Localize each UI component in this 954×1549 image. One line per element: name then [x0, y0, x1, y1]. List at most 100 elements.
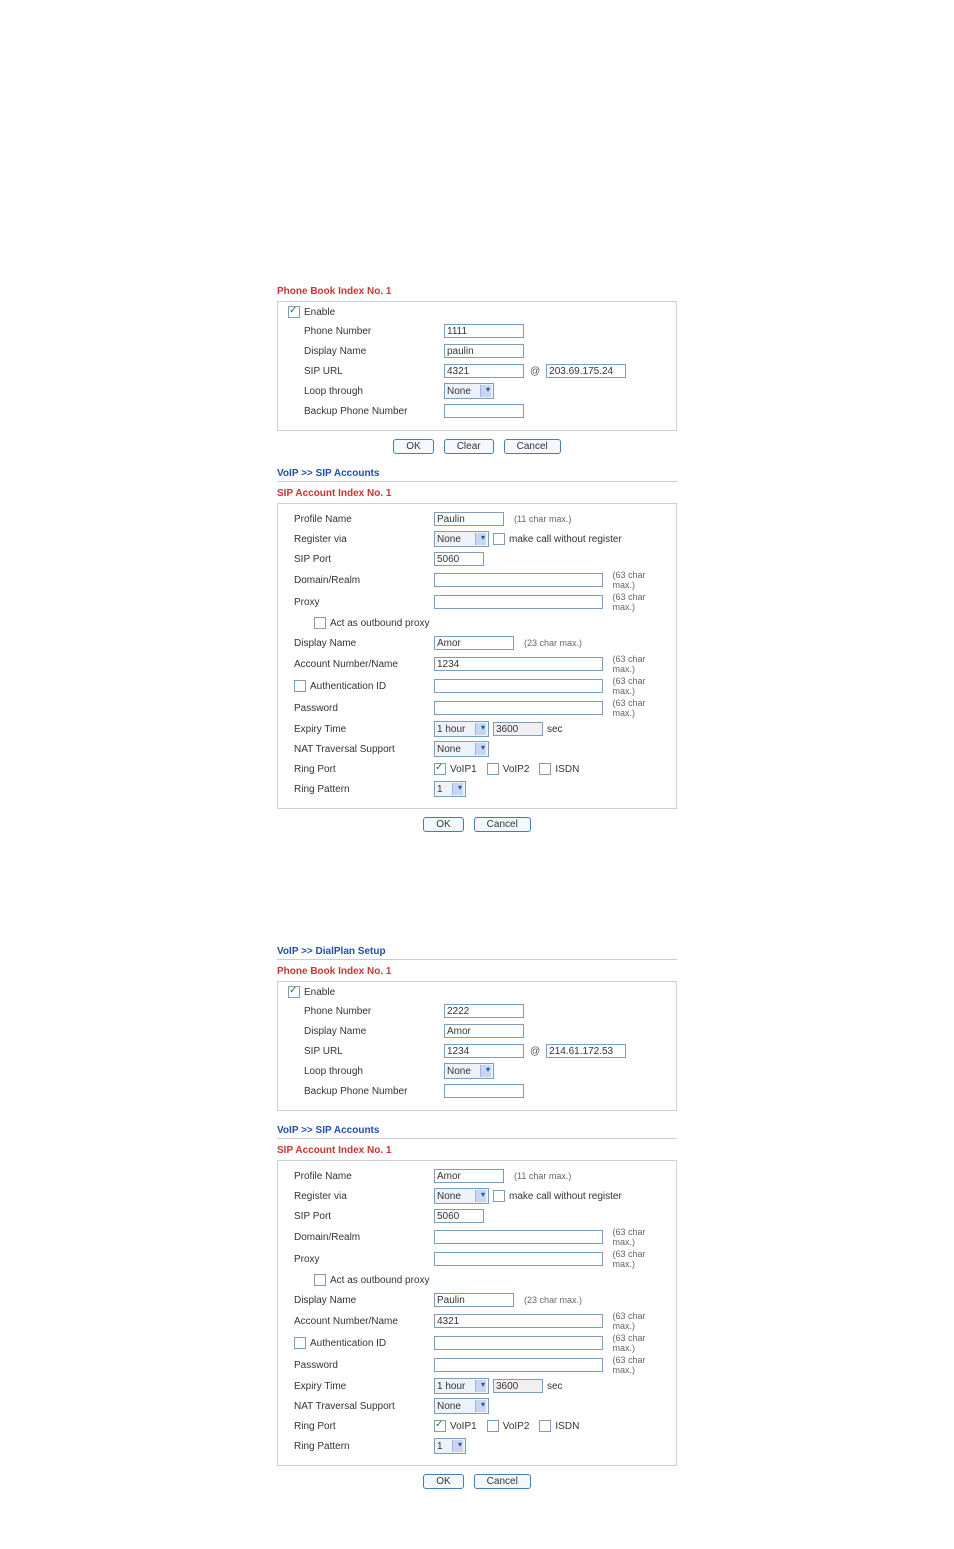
ok-button[interactable]: OK [423, 1474, 463, 1489]
act-outbound-checkbox[interactable] [314, 1274, 326, 1286]
make-call-checkbox[interactable] [493, 533, 505, 545]
domain-realm-input[interactable] [434, 1230, 603, 1244]
sip-url-user-input[interactable] [444, 1044, 524, 1058]
cancel-button[interactable]: Cancel [474, 817, 531, 832]
account-number-label: Account Number/Name [284, 659, 434, 670]
ring-pattern-select[interactable]: 1 [434, 1438, 466, 1454]
display-name-input[interactable] [444, 1024, 524, 1038]
ring-port-isdn-label: ISDN [555, 1421, 579, 1432]
register-via-select[interactable]: None [434, 531, 489, 547]
auth-id-checkbox[interactable] [294, 680, 306, 692]
password-hint: (63 char max.) [613, 698, 671, 718]
auth-id-label-row: Authentication ID [284, 680, 434, 692]
account-number-input[interactable] [434, 1314, 603, 1328]
phonebook-panel-2: Enable Phone Number Display Name SIP URL… [277, 981, 677, 1111]
phone-number-label: Phone Number [284, 326, 444, 337]
sip-port-input[interactable] [434, 1209, 484, 1223]
ring-pattern-select[interactable]: 1 [434, 781, 466, 797]
sip-url-label: SIP URL [284, 366, 444, 377]
ring-port-voip1-label: VoIP1 [450, 764, 477, 775]
ring-port-label: Ring Port [284, 764, 434, 775]
register-via-select[interactable]: None [434, 1188, 489, 1204]
phone-number-label: Phone Number [284, 1006, 444, 1017]
backup-phone-input[interactable] [444, 404, 524, 418]
account-number-input[interactable] [434, 657, 603, 671]
expiry-sec-input[interactable] [493, 1379, 543, 1393]
auth-id-input[interactable] [434, 679, 603, 693]
password-label: Password [284, 1360, 434, 1371]
auth-id-label-row: Authentication ID [284, 1337, 434, 1349]
ring-port-voip2-label: VoIP2 [503, 1421, 530, 1432]
account-number-label: Account Number/Name [284, 1316, 434, 1327]
sip-port-input[interactable] [434, 552, 484, 566]
profile-name-input[interactable] [434, 1169, 504, 1183]
clear-button[interactable]: Clear [444, 439, 494, 454]
sip-port-label: SIP Port [284, 554, 434, 565]
make-call-label: make call without register [509, 534, 622, 545]
sip-buttons-2: OK Cancel [277, 1474, 677, 1489]
cancel-button[interactable]: Cancel [474, 1474, 531, 1489]
ring-port-voip1-checkbox[interactable] [434, 1420, 446, 1432]
nat-label: NAT Traversal Support [284, 744, 434, 755]
expiry-label: Expiry Time [284, 724, 434, 735]
expiry-select[interactable]: 1 hour [434, 1378, 489, 1394]
cancel-button[interactable]: Cancel [504, 439, 561, 454]
phonebook-title: Phone Book Index No. 1 [277, 286, 677, 297]
enable-checkbox[interactable] [288, 306, 300, 318]
domain-realm-hint: (63 char max.) [613, 1227, 671, 1247]
ring-port-voip2-checkbox[interactable] [487, 1420, 499, 1432]
ok-button[interactable]: OK [423, 817, 463, 832]
ring-port-voip1-checkbox[interactable] [434, 763, 446, 775]
page: Phone Book Index No. 1 Enable Phone Numb… [0, 0, 954, 1549]
backup-phone-input[interactable] [444, 1084, 524, 1098]
section-2: VoIP >> DialPlan Setup Phone Book Index … [277, 946, 677, 1489]
display-name-label: Display Name [284, 1026, 444, 1037]
phone-number-input[interactable] [444, 1004, 524, 1018]
auth-id-checkbox[interactable] [294, 1337, 306, 1349]
nat-select[interactable]: None [434, 1398, 489, 1414]
at-symbol: @ [530, 1046, 540, 1057]
profile-name-hint: (11 char max.) [514, 1171, 571, 1181]
profile-name-input[interactable] [434, 512, 504, 526]
domain-realm-hint: (63 char max.) [613, 570, 671, 590]
loop-through-select[interactable]: None [444, 1063, 494, 1079]
sip-url-user-input[interactable] [444, 364, 524, 378]
sip-url-host-input[interactable] [546, 1044, 626, 1058]
domain-realm-input[interactable] [434, 573, 603, 587]
loop-through-select[interactable]: None [444, 383, 494, 399]
nat-label: NAT Traversal Support [284, 1401, 434, 1412]
ring-port-voip2-checkbox[interactable] [487, 763, 499, 775]
password-input[interactable] [434, 701, 603, 715]
expiry-select[interactable]: 1 hour [434, 721, 489, 737]
ring-port-isdn-checkbox[interactable] [539, 763, 551, 775]
ring-port-isdn-checkbox[interactable] [539, 1420, 551, 1432]
ring-port-voip2-label: VoIP2 [503, 764, 530, 775]
register-via-label: Register via [284, 1191, 434, 1202]
register-via-label: Register via [284, 534, 434, 545]
password-label: Password [284, 703, 434, 714]
ring-pattern-label: Ring Pattern [284, 784, 434, 795]
act-outbound-row: Act as outbound proxy [284, 1274, 430, 1286]
auth-id-input[interactable] [434, 1336, 603, 1350]
section-1: Phone Book Index No. 1 Enable Phone Numb… [277, 286, 677, 832]
expiry-sec-label: sec [547, 724, 563, 735]
password-input[interactable] [434, 1358, 603, 1372]
proxy-input[interactable] [434, 595, 603, 609]
nat-select[interactable]: None [434, 741, 489, 757]
enable-label: Enable [304, 987, 335, 998]
sip-breadcrumb-2: VoIP >> SIP Accounts [277, 1125, 677, 1139]
expiry-sec-input[interactable] [493, 722, 543, 736]
make-call-checkbox[interactable] [493, 1190, 505, 1202]
ok-button[interactable]: OK [393, 439, 433, 454]
account-number-hint: (63 char max.) [613, 654, 671, 674]
sip-display-name-input[interactable] [434, 1293, 514, 1307]
enable-label: Enable [304, 307, 335, 318]
proxy-input[interactable] [434, 1252, 603, 1266]
sip-display-name-input[interactable] [434, 636, 514, 650]
sip-url-host-input[interactable] [546, 364, 626, 378]
act-outbound-checkbox[interactable] [314, 617, 326, 629]
enable-checkbox[interactable] [288, 986, 300, 998]
phone-number-input[interactable] [444, 324, 524, 338]
display-name-input[interactable] [444, 344, 524, 358]
sip-url-label: SIP URL [284, 1046, 444, 1057]
